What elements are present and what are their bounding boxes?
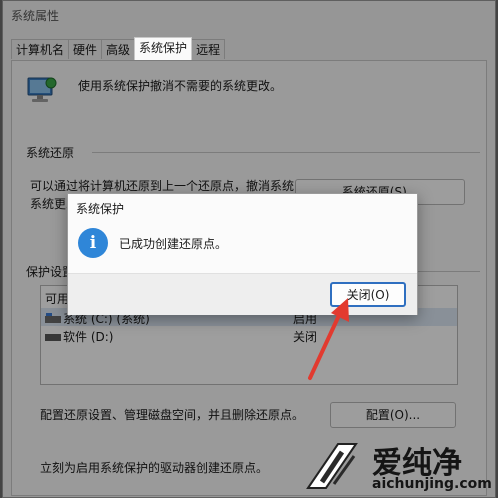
watermark: 爱纯净 aichunjing.com xyxy=(300,432,496,496)
watermark-logo-icon xyxy=(306,443,358,489)
annotation-arrow xyxy=(308,298,349,380)
watermark-url: aichunjing.com xyxy=(372,476,492,492)
tab-system-protection[interactable]: 系统保护 xyxy=(134,37,193,60)
